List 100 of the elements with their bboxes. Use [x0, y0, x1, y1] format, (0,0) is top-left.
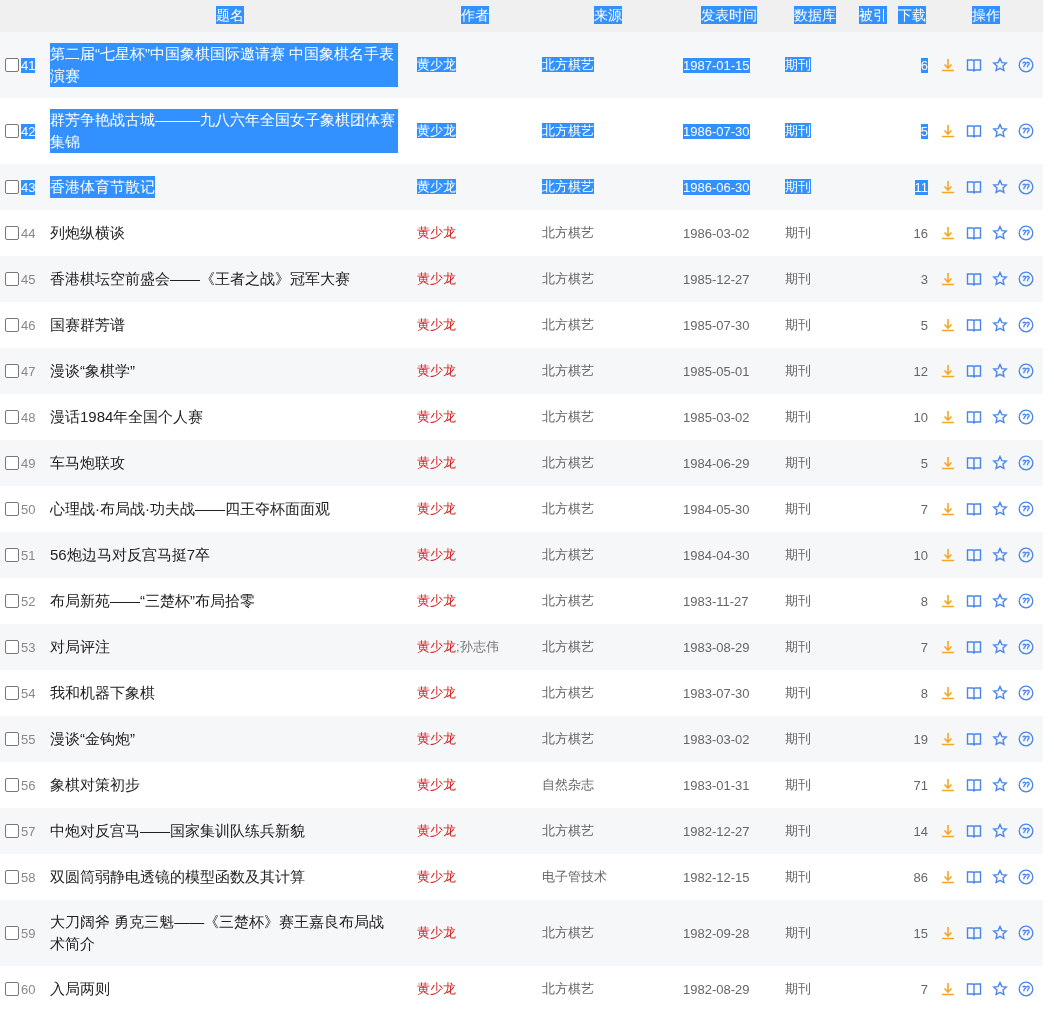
- quote-icon[interactable]: [1018, 731, 1034, 747]
- row-checkbox[interactable]: [5, 272, 19, 286]
- quote-icon[interactable]: [1018, 271, 1034, 287]
- article-title-link[interactable]: 漫话1984年全国个人赛: [50, 406, 204, 428]
- star-icon[interactable]: [992, 731, 1008, 747]
- download-icon[interactable]: [940, 409, 956, 425]
- download-icon[interactable]: [940, 593, 956, 609]
- download-icon[interactable]: [940, 179, 956, 195]
- row-checkbox[interactable]: [5, 226, 19, 240]
- author-link[interactable]: 黄少龙: [417, 981, 456, 996]
- article-title-link[interactable]: 双圆筒弱静电透镜的模型函数及其计算: [50, 866, 305, 888]
- book-icon[interactable]: [966, 409, 982, 425]
- book-icon[interactable]: [966, 777, 982, 793]
- author-link[interactable]: 黄少龙: [417, 123, 456, 138]
- book-icon[interactable]: [966, 593, 982, 609]
- star-icon[interactable]: [992, 409, 1008, 425]
- article-title-link[interactable]: 对局评注: [50, 636, 110, 658]
- star-icon[interactable]: [992, 225, 1008, 241]
- author-link[interactable]: 黄少龙: [417, 547, 456, 562]
- row-checkbox[interactable]: [5, 594, 19, 608]
- author-link[interactable]: 黄少龙: [417, 685, 456, 700]
- article-title-link[interactable]: 国赛群芳谱: [50, 314, 125, 336]
- article-title-link[interactable]: 香港体育节散记: [50, 176, 155, 198]
- row-checkbox[interactable]: [5, 926, 19, 940]
- author-link[interactable]: 黄少龙: [417, 317, 456, 332]
- author-link[interactable]: 黄少龙: [417, 363, 456, 378]
- star-icon[interactable]: [992, 317, 1008, 333]
- star-icon[interactable]: [992, 57, 1008, 73]
- quote-icon[interactable]: [1018, 317, 1034, 333]
- author-link[interactable]: 黄少龙: [417, 639, 456, 654]
- source-link[interactable]: 电子管技术: [542, 869, 607, 884]
- book-icon[interactable]: [966, 685, 982, 701]
- book-icon[interactable]: [966, 639, 982, 655]
- author-link[interactable]: 黄少龙: [417, 731, 456, 746]
- source-link[interactable]: 北方棋艺: [542, 225, 594, 240]
- book-icon[interactable]: [966, 179, 982, 195]
- download-icon[interactable]: [940, 271, 956, 287]
- download-icon[interactable]: [940, 731, 956, 747]
- quote-icon[interactable]: [1018, 547, 1034, 563]
- row-checkbox[interactable]: [5, 318, 19, 332]
- source-link[interactable]: 北方棋艺: [542, 409, 594, 424]
- article-title-link[interactable]: 56炮边马对反宫马挺7卒: [50, 544, 211, 566]
- star-icon[interactable]: [992, 777, 1008, 793]
- quote-icon[interactable]: [1018, 639, 1034, 655]
- book-icon[interactable]: [966, 317, 982, 333]
- quote-icon[interactable]: [1018, 455, 1034, 471]
- source-link[interactable]: 北方棋艺: [542, 639, 594, 654]
- quote-icon[interactable]: [1018, 869, 1034, 885]
- download-icon[interactable]: [940, 925, 956, 941]
- download-icon[interactable]: [940, 823, 956, 839]
- star-icon[interactable]: [992, 823, 1008, 839]
- star-icon[interactable]: [992, 501, 1008, 517]
- download-icon[interactable]: [940, 981, 956, 997]
- book-icon[interactable]: [966, 501, 982, 517]
- star-icon[interactable]: [992, 179, 1008, 195]
- quote-icon[interactable]: [1018, 123, 1034, 139]
- row-checkbox[interactable]: [5, 410, 19, 424]
- download-icon[interactable]: [940, 363, 956, 379]
- source-link[interactable]: 北方棋艺: [542, 823, 594, 838]
- star-icon[interactable]: [992, 869, 1008, 885]
- article-title-link[interactable]: 漫谈“金钩炮”: [50, 728, 135, 750]
- row-checkbox[interactable]: [5, 778, 19, 792]
- quote-icon[interactable]: [1018, 57, 1034, 73]
- article-title-link[interactable]: 群芳争艳战古城———九八六年全国女子象棋团体赛集锦: [50, 109, 398, 153]
- source-link[interactable]: 北方棋艺: [542, 271, 594, 286]
- author-link[interactable]: 黄少龙: [417, 777, 456, 792]
- star-icon[interactable]: [992, 593, 1008, 609]
- source-link[interactable]: 北方棋艺: [542, 685, 594, 700]
- author-link[interactable]: 黄少龙: [417, 179, 456, 194]
- article-title-link[interactable]: 象棋对策初步: [50, 774, 140, 796]
- star-icon[interactable]: [992, 639, 1008, 655]
- row-checkbox[interactable]: [5, 456, 19, 470]
- quote-icon[interactable]: [1018, 777, 1034, 793]
- article-title-link[interactable]: 第二届“七星杯”中国象棋国际邀请赛 中国象棋名手表演赛: [50, 43, 398, 87]
- download-icon[interactable]: [940, 57, 956, 73]
- source-link[interactable]: 北方棋艺: [542, 317, 594, 332]
- article-title-link[interactable]: 香港棋坛空前盛会——《王者之战》冠军大赛: [50, 268, 350, 290]
- book-icon[interactable]: [966, 271, 982, 287]
- star-icon[interactable]: [992, 271, 1008, 287]
- source-link[interactable]: 北方棋艺: [542, 981, 594, 996]
- download-icon[interactable]: [940, 869, 956, 885]
- source-link[interactable]: 北方棋艺: [542, 455, 594, 470]
- quote-icon[interactable]: [1018, 501, 1034, 517]
- row-checkbox[interactable]: [5, 870, 19, 884]
- book-icon[interactable]: [966, 823, 982, 839]
- download-icon[interactable]: [940, 639, 956, 655]
- row-checkbox[interactable]: [5, 58, 19, 72]
- book-icon[interactable]: [966, 123, 982, 139]
- author-link[interactable]: 黄少龙: [417, 271, 456, 286]
- author-link[interactable]: 黄少龙: [417, 593, 456, 608]
- author-link[interactable]: 黄少龙: [417, 225, 456, 240]
- quote-icon[interactable]: [1018, 363, 1034, 379]
- book-icon[interactable]: [966, 547, 982, 563]
- quote-icon[interactable]: [1018, 593, 1034, 609]
- article-title-link[interactable]: 我和机器下象棋: [50, 682, 155, 704]
- row-checkbox[interactable]: [5, 124, 19, 138]
- book-icon[interactable]: [966, 455, 982, 471]
- row-checkbox[interactable]: [5, 824, 19, 838]
- author-link[interactable]: 黄少龙: [417, 925, 456, 940]
- star-icon[interactable]: [992, 685, 1008, 701]
